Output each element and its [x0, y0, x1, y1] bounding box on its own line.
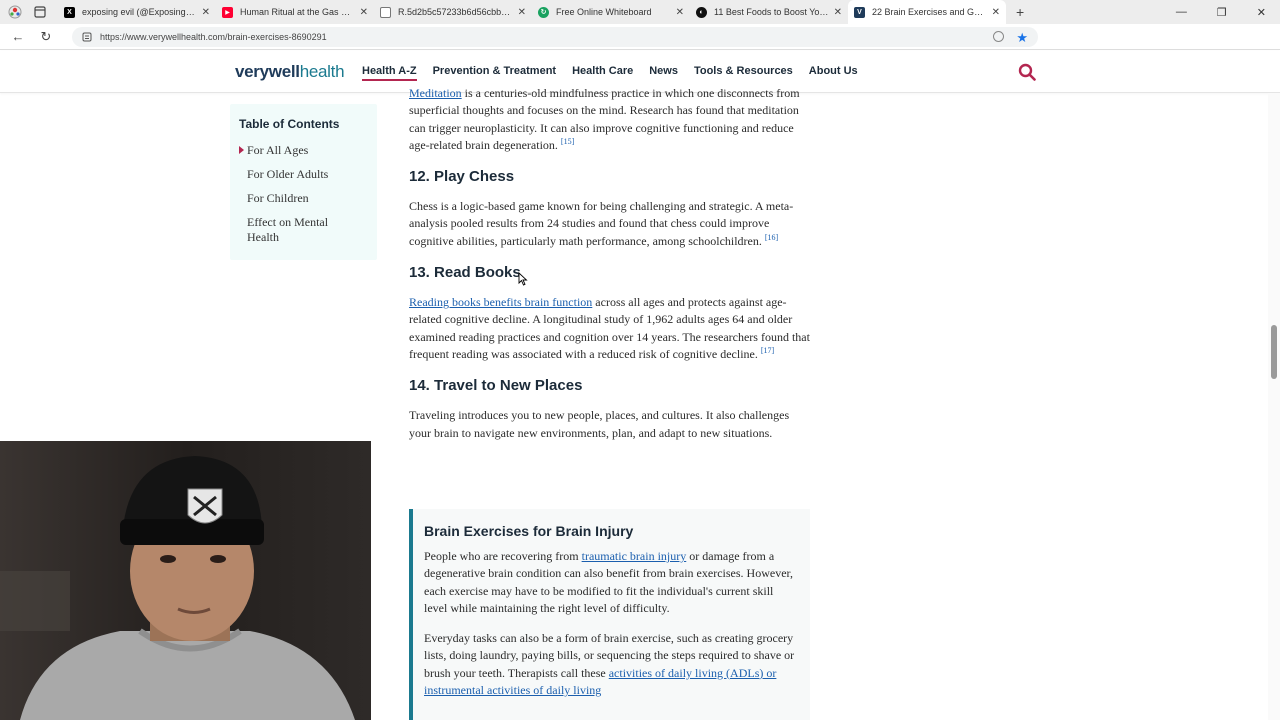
nav-prevention-treatment[interactable]: Prevention & Treatment: [433, 65, 556, 81]
browser-tab-6-active[interactable]: V 22 Brain Exercises and Games for ✕: [848, 0, 1006, 24]
traumatic-brain-injury-link[interactable]: traumatic brain injury: [582, 549, 687, 563]
toc-item-for-children[interactable]: For Children: [239, 191, 368, 206]
verywell-logo-icon: V: [854, 6, 865, 18]
mouse-cursor-icon: [518, 272, 528, 286]
tab-title: Free Online Whiteboard: [556, 7, 652, 17]
close-tab-icon[interactable]: ✕: [202, 7, 210, 18]
article-body: Meditation is a centuries-old mindfulnes…: [409, 85, 811, 442]
tab-actions-icon[interactable]: [34, 6, 46, 18]
reader-mode-icon[interactable]: [993, 31, 1004, 42]
nav-health-care[interactable]: Health Care: [572, 65, 633, 81]
tab-title: R.5d2b5c57233b6d56cbbefe37b6: [398, 7, 514, 17]
close-tab-icon[interactable]: ✕: [834, 7, 842, 18]
page-scrollbar[interactable]: [1268, 93, 1280, 720]
citation-15[interactable]: [15]: [561, 137, 574, 146]
paragraph-travel: Traveling introduces you to new people, …: [409, 408, 790, 440]
back-arrow-icon[interactable]: ←: [4, 29, 32, 44]
browser-tab-3[interactable]: R.5d2b5c57233b6d56cbbefe37b6 ✕: [374, 0, 532, 24]
paragraph-text: People who are recovering from: [424, 549, 582, 563]
toc-item-effect-on-mental-health[interactable]: Effect on Mental Health: [239, 215, 339, 245]
browser-tab-4[interactable]: ↻ Free Online Whiteboard ✕: [532, 0, 690, 24]
window-system-controls: [0, 0, 58, 24]
url-text: https://www.verywellhealth.com/brain-exe…: [100, 32, 327, 42]
document-icon: [380, 6, 391, 18]
bookmark-star-icon[interactable]: ★: [1016, 30, 1028, 46]
heading-play-chess: 12. Play Chess: [409, 168, 515, 186]
profile-icon[interactable]: [8, 5, 22, 19]
heading-read-books: 13. Read Books: [409, 264, 521, 282]
address-bar[interactable]: https://www.verywellhealth.com/brain-exe…: [72, 27, 1038, 47]
brain-injury-callout: Brain Exercises for Brain Injury People …: [409, 509, 810, 720]
citation-17[interactable]: [17]: [761, 346, 774, 355]
nav-tools-resources[interactable]: Tools & Resources: [694, 65, 793, 81]
scrollbar-thumb[interactable]: [1271, 325, 1277, 379]
close-tab-icon[interactable]: ✕: [518, 7, 526, 18]
table-of-contents: Table of Contents For All Ages For Older…: [230, 104, 377, 260]
logo-word-verywell: verywell: [235, 62, 300, 81]
close-tab-icon[interactable]: ✕: [676, 7, 684, 18]
tab-title: Human Ritual at the Gas Station: [240, 7, 356, 17]
site-logo[interactable]: verywellhealth: [235, 62, 345, 82]
maximize-icon[interactable]: ❐: [1217, 6, 1227, 19]
reload-icon[interactable]: ↻: [32, 29, 60, 45]
webcam-person-image: [0, 441, 371, 720]
reading-books-link[interactable]: Reading books benefits brain function: [409, 295, 592, 309]
youtube-icon: ▶: [222, 6, 233, 18]
browser-tab-strip: X exposing evil (@Exposingevil917) ✕ ▶ H…: [0, 0, 1280, 24]
nav-news[interactable]: News: [649, 65, 678, 81]
paragraph-text: is a centuries-old mindfulness practice …: [409, 86, 800, 152]
callout-paragraph-1: People who are recovering from traumatic…: [424, 548, 798, 617]
webcam-overlay: [0, 441, 371, 720]
browser-tab-1[interactable]: X exposing evil (@Exposingevil917) ✕: [58, 0, 216, 24]
toc-item-for-older-adults[interactable]: For Older Adults: [239, 167, 368, 182]
logo-word-health: health: [299, 62, 345, 81]
browser-toolbar: ← ↻ https://www.verywellhealth.com/brain…: [0, 24, 1280, 67]
close-tab-icon[interactable]: ✕: [992, 7, 1000, 18]
main-navigation: Health A-Z Prevention & Treatment Health…: [362, 65, 858, 81]
browser-tab-5[interactable]: ◐ 11 Best Foods to Boost Your Brain ✕: [690, 0, 848, 24]
site-info-icon[interactable]: [82, 32, 92, 42]
toc-title: Table of Contents: [239, 117, 340, 131]
minimize-icon[interactable]: —: [1176, 6, 1187, 18]
search-icon[interactable]: [1018, 63, 1036, 81]
paragraph-meditation: Meditation is a centuries-old mindfulnes…: [409, 85, 811, 154]
nav-health-a-z[interactable]: Health A-Z: [362, 65, 417, 81]
x-logo-icon: X: [64, 6, 75, 18]
meditation-link[interactable]: Meditation: [409, 86, 462, 100]
callout-title: Brain Exercises for Brain Injury: [424, 523, 634, 539]
toc-list: For All Ages For Older Adults For Childr…: [239, 143, 368, 245]
nav-about-us[interactable]: About Us: [809, 65, 858, 81]
paragraph-text: Chess is a logic-based game known for be…: [409, 199, 794, 248]
heading-travel: 14. Travel to New Places: [409, 377, 583, 395]
citation-16[interactable]: [16]: [765, 233, 778, 242]
toc-item-for-all-ages[interactable]: For All Ages: [239, 143, 368, 158]
close-tab-icon[interactable]: ✕: [360, 7, 368, 18]
callout-paragraph-2: Everyday tasks can also be a form of bra…: [424, 630, 798, 699]
paragraph-chess: Chess is a logic-based game known for be…: [409, 198, 811, 250]
tab-title: exposing evil (@Exposingevil917): [82, 7, 198, 17]
close-window-icon[interactable]: ✕: [1257, 6, 1266, 19]
site-logo-icon: ◐: [696, 6, 707, 18]
browser-tab-2[interactable]: ▶ Human Ritual at the Gas Station ✕: [216, 0, 374, 24]
window-controls: — ❐ ✕: [1176, 0, 1280, 24]
whiteboard-icon: ↻: [538, 6, 549, 18]
new-tab-icon[interactable]: +: [1016, 4, 1024, 20]
tab-title: 11 Best Foods to Boost Your Brain: [714, 7, 830, 17]
tab-title: 22 Brain Exercises and Games for: [872, 7, 988, 17]
paragraph-reading: Reading books benefits brain function ac…: [409, 294, 811, 363]
